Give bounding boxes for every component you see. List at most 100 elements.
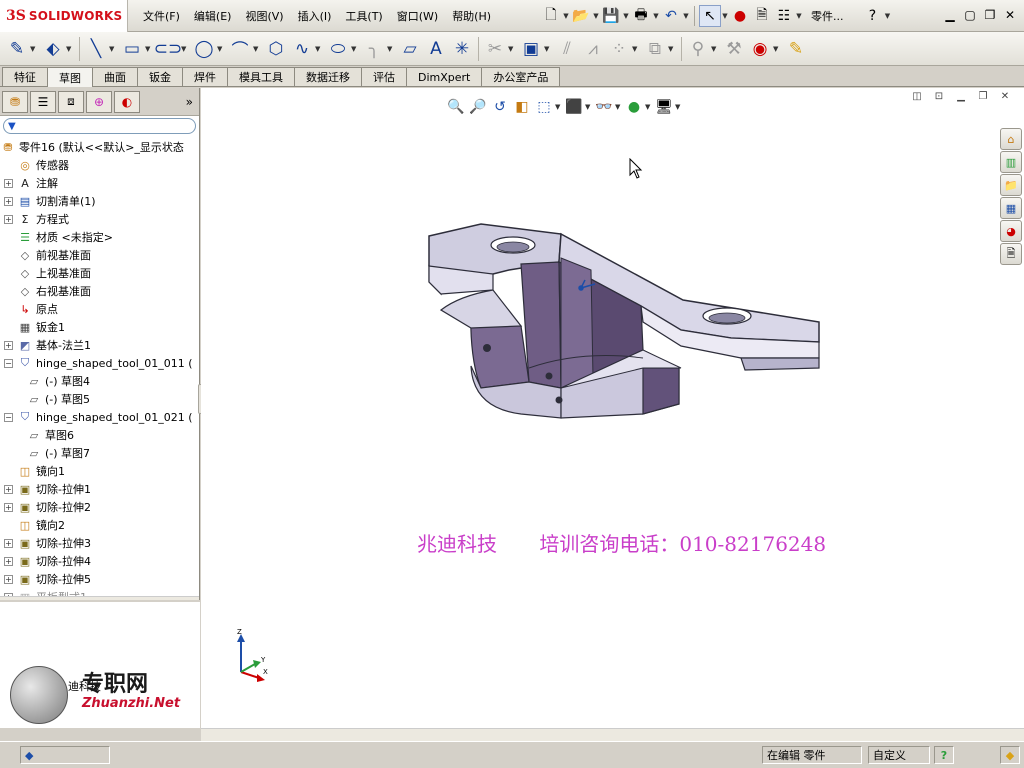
appearances-icon[interactable]: ◕ xyxy=(1000,220,1022,242)
graphics-area[interactable]: 🔍 🔎 ↺ ◧ ⬚ ▼ ⬛ ▼ 👓 ▼ ● ▼ 🖥 ▼ ◫ ⊡ ▁ ❐ ✕ ⌂ ▥ 📁 ▦… xyxy=(201,88,1024,728)
chevron-right-icon[interactable]: » xyxy=(186,95,193,109)
menu-insert[interactable]: 插入(I) xyxy=(291,8,339,24)
tree-node[interactable]: + ▣ 切除-拉伸1 xyxy=(0,480,199,498)
chevron-down-icon[interactable]: ▼ xyxy=(622,12,630,20)
print-icon[interactable]: 🖶 xyxy=(630,5,652,27)
expand-icon[interactable]: + xyxy=(4,574,13,584)
zoom-to-fit-icon[interactable]: 🔍 xyxy=(445,96,467,118)
menu-window[interactable]: 窗口(W) xyxy=(390,8,445,24)
tab-surfaces[interactable]: 曲面 xyxy=(92,67,138,86)
chevron-down-icon[interactable]: ▼ xyxy=(30,45,40,53)
file-properties-icon[interactable]: 🗎 xyxy=(751,5,773,27)
chevron-down-icon[interactable]: ▼ xyxy=(795,12,803,20)
expand-icon[interactable]: + xyxy=(4,484,13,494)
expand-icon[interactable]: + xyxy=(4,178,13,188)
collapse-icon[interactable]: − xyxy=(4,412,13,422)
rapid-sketch-icon[interactable]: ◉ xyxy=(747,36,773,62)
spline-icon[interactable]: ∿ xyxy=(289,36,315,62)
tree-node[interactable]: + ▣ 切除-拉伸5 xyxy=(0,570,199,588)
tree-node[interactable]: ▱ (-) 草图4 xyxy=(0,372,199,390)
design-library-icon[interactable]: ▥ xyxy=(1000,151,1022,173)
chevron-down-icon[interactable]: ▼ xyxy=(181,45,191,53)
move-entities-icon[interactable]: ⧉ xyxy=(642,36,668,62)
tab-mold-tools[interactable]: 模具工具 xyxy=(227,67,295,86)
tab-dimxpert[interactable]: DimXpert xyxy=(406,67,483,86)
viewport-minimize-icon[interactable]: ▁ xyxy=(950,88,972,104)
zoom-to-area-icon[interactable]: 🔎 xyxy=(467,96,489,118)
tree-node[interactable]: + ◩ 基体-法兰1 xyxy=(0,336,199,354)
configuration-manager-tab-icon[interactable]: ⧈ xyxy=(58,90,84,113)
viewport-restore-icon[interactable]: ❐ xyxy=(972,88,994,104)
chevron-down-icon[interactable]: ▼ xyxy=(315,45,325,53)
hide-show-items-icon[interactable]: 👓 xyxy=(593,96,615,118)
display-relations-icon[interactable]: ⚲ xyxy=(685,36,711,62)
file-explorer-icon[interactable]: 📁 xyxy=(1000,174,1022,196)
offset-entities-icon[interactable]: ⫽ xyxy=(554,36,580,62)
tab-features[interactable]: 特征 xyxy=(2,67,48,86)
rebuild-traffic-light-icon[interactable]: ● xyxy=(729,5,751,27)
ellipse-icon[interactable]: ⬭ xyxy=(325,36,351,62)
linear-pattern-icon[interactable]: ⁘ xyxy=(606,36,632,62)
undo-icon[interactable]: ↶ xyxy=(660,5,682,27)
solidworks-resources-icon[interactable]: ⌂ xyxy=(1000,128,1022,150)
tree-node[interactable]: + ▣ 切除-拉伸4 xyxy=(0,552,199,570)
tree-node[interactable]: + Σ 方程式 xyxy=(0,210,199,228)
app-logo[interactable]: 3S SOLIDWORKS xyxy=(0,0,128,32)
tree-node[interactable]: ◇ 上视基准面 xyxy=(0,264,199,282)
chevron-down-icon[interactable]: ▼ xyxy=(253,45,263,53)
tree-node[interactable]: + ▤ 切割清单(1) xyxy=(0,192,199,210)
slot-icon[interactable]: ⊂⊃ xyxy=(154,36,183,62)
status-help-icon[interactable]: ? xyxy=(934,746,954,764)
trim-icon[interactable]: ✂ xyxy=(482,36,508,62)
menu-tools[interactable]: 工具(T) xyxy=(338,8,389,24)
tree-root-part[interactable]: ⛃ 零件16 (默认<<默认>_显示状态 xyxy=(0,138,199,156)
minimize-icon[interactable]: ▁ xyxy=(940,6,960,24)
repair-sketch-icon[interactable]: ⚒ xyxy=(721,36,747,62)
options-icon[interactable]: ☷ xyxy=(773,5,795,27)
tree-node[interactable]: ▦ 钣金1 xyxy=(0,318,199,336)
tab-office-products[interactable]: 办公室产品 xyxy=(481,67,561,86)
smart-dimension-icon[interactable]: ⬖ xyxy=(40,36,66,62)
menu-file[interactable]: 文件(F) xyxy=(136,8,187,24)
display-manager-tab-icon[interactable]: ◐ xyxy=(114,90,140,113)
chevron-down-icon[interactable]: ▼ xyxy=(615,103,623,111)
chevron-down-icon[interactable]: ▼ xyxy=(773,45,783,53)
tab-weldments[interactable]: 焊件 xyxy=(182,67,228,86)
close-icon[interactable]: ✕ xyxy=(1000,6,1020,24)
tab-data-migration[interactable]: 数据迁移 xyxy=(294,67,362,86)
expand-icon[interactable]: + xyxy=(4,340,13,350)
new-document-icon[interactable]: 🗋 xyxy=(540,5,562,27)
chevron-down-icon[interactable]: ▼ xyxy=(217,45,227,53)
menu-help[interactable]: 帮助(H) xyxy=(445,8,498,24)
property-manager-tab-icon[interactable]: ☰ xyxy=(30,90,56,113)
chevron-down-icon[interactable]: ▼ xyxy=(387,45,397,53)
units-selector[interactable]: 自定义 xyxy=(868,746,930,764)
tree-node[interactable]: ↳ 原点 xyxy=(0,300,199,318)
text-icon[interactable]: A xyxy=(423,36,449,62)
point-icon[interactable]: ✳ xyxy=(449,36,475,62)
maximize-icon[interactable]: ▢ xyxy=(960,6,980,24)
tree-node[interactable]: ◇ 前视基准面 xyxy=(0,246,199,264)
view-palette-icon[interactable]: ▦ xyxy=(1000,197,1022,219)
tree-node[interactable]: ▱ 草图6 xyxy=(0,426,199,444)
fillet-icon[interactable]: ╮ xyxy=(361,36,387,62)
viewport-close-icon[interactable]: ✕ xyxy=(994,88,1016,104)
convert-entities-icon[interactable]: ▣ xyxy=(518,36,544,62)
mirror-entities-icon[interactable]: ⩘ xyxy=(580,36,606,62)
tree-node[interactable]: ▱ (-) 草图5 xyxy=(0,390,199,408)
dimxpert-manager-tab-icon[interactable]: ⊕ xyxy=(86,90,112,113)
chevron-down-icon[interactable]: ▼ xyxy=(109,45,119,53)
feature-tree-tab-icon[interactable]: ⛃ xyxy=(2,90,28,113)
chevron-down-icon[interactable]: ▼ xyxy=(721,12,729,20)
chevron-down-icon[interactable]: ▼ xyxy=(682,12,690,20)
sketch-icon[interactable]: ✎ xyxy=(4,36,30,62)
chevron-down-icon[interactable]: ▼ xyxy=(66,45,76,53)
circle-icon[interactable]: ◯ xyxy=(191,36,217,62)
collapse-icon[interactable]: − xyxy=(4,358,13,368)
polygon-icon[interactable]: ⬡ xyxy=(263,36,289,62)
tree-node[interactable]: − ⛉ hinge_shaped_tool_01_021 ( xyxy=(0,408,199,426)
tree-node[interactable]: ▱ (-) 草图7 xyxy=(0,444,199,462)
expand-icon[interactable]: + xyxy=(4,214,13,224)
plane-icon[interactable]: ▱ xyxy=(397,36,423,62)
chevron-down-icon[interactable]: ▼ xyxy=(652,12,660,20)
